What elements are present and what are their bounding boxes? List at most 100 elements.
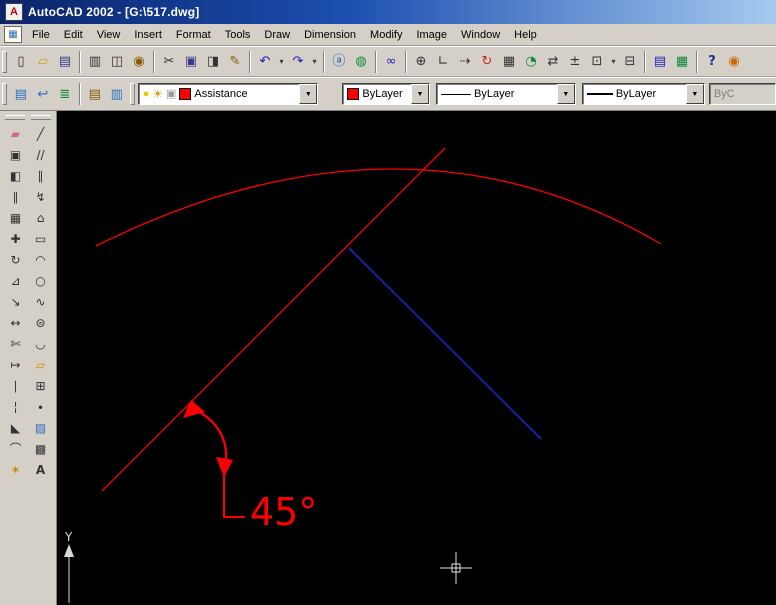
object-snap[interactable]: ⊕ xyxy=(410,50,432,73)
scale[interactable]: ⊿ xyxy=(3,270,28,291)
paste[interactable]: ◨ xyxy=(202,50,224,73)
layers[interactable]: ▤ xyxy=(83,83,106,105)
spline[interactable]: ∿ xyxy=(28,291,53,312)
insert-hyperlink[interactable]: ∞ xyxy=(380,50,402,73)
copy-object[interactable]: ▣ xyxy=(3,144,28,165)
circle[interactable]: ○ xyxy=(28,270,53,291)
chamfer[interactable]: ◣ xyxy=(3,417,28,438)
mirror[interactable]: ◧ xyxy=(3,165,28,186)
undo[interactable]: ↶ xyxy=(254,50,276,73)
break-at-point[interactable]: ∣ xyxy=(3,375,28,396)
toolbar-grip[interactable] xyxy=(2,50,7,73)
toolbar-grip[interactable] xyxy=(129,83,135,105)
app-icon[interactable]: A xyxy=(5,3,23,21)
polyline[interactable]: ↯ xyxy=(28,186,53,207)
open[interactable]: ▱ xyxy=(32,50,54,73)
make-objects-layer-current[interactable]: ▤ xyxy=(9,83,32,105)
multiline[interactable]: ∥ xyxy=(28,165,53,186)
distance[interactable]: ⇢ xyxy=(454,50,476,73)
explode[interactable]: ✶ xyxy=(3,459,28,480)
layer-lock-icon[interactable]: ▣ xyxy=(166,88,176,100)
menu-format[interactable]: Format xyxy=(169,26,218,44)
linetype-control-dropdown-arrow[interactable]: ▼ xyxy=(556,84,575,104)
menu-dimension[interactable]: Dimension xyxy=(297,26,363,44)
construction-line[interactable]: // xyxy=(28,144,53,165)
region[interactable]: ▩ xyxy=(28,438,53,459)
stretch[interactable]: ↘ xyxy=(3,291,28,312)
layer-control[interactable]: ● ☀ ▣ Assistance ▼ xyxy=(137,83,319,105)
ucs[interactable]: ∟ xyxy=(432,50,454,73)
menu-image[interactable]: Image xyxy=(409,26,454,44)
menu-window[interactable]: Window xyxy=(454,26,507,44)
layer-properties[interactable]: ▥ xyxy=(105,83,128,105)
mtext[interactable]: A xyxy=(28,459,53,480)
toolbar-grip[interactable] xyxy=(2,83,7,105)
ellipse[interactable]: ⊜ xyxy=(28,312,53,333)
menu-file[interactable]: File xyxy=(25,26,57,44)
zoom-previous[interactable]: ⊟ xyxy=(619,50,641,73)
extend[interactable]: ↦ xyxy=(3,354,28,375)
break[interactable]: ¦ xyxy=(3,396,28,417)
menu-view[interactable]: View xyxy=(90,26,128,44)
array[interactable]: ▦ xyxy=(3,207,28,228)
menu-draw[interactable]: Draw xyxy=(257,26,297,44)
move[interactable]: ✚ xyxy=(3,228,28,249)
drawing-control-icon[interactable]: ▦ xyxy=(4,26,22,43)
insert-block[interactable]: ▱ xyxy=(28,354,53,375)
rotate[interactable]: ↻ xyxy=(3,249,28,270)
pan-realtime[interactable]: ⇄ xyxy=(542,50,564,73)
toolbar-grip[interactable] xyxy=(5,115,25,120)
lineweight-control-dropdown-arrow[interactable]: ▼ xyxy=(685,84,704,104)
layer-states[interactable]: ≣ xyxy=(53,83,76,105)
undo-dropdown[interactable]: ▾ xyxy=(276,50,287,73)
print[interactable]: ▥ xyxy=(84,50,106,73)
layer-on-icon[interactable]: ● xyxy=(143,88,150,100)
find[interactable]: ◉ xyxy=(128,50,150,73)
linetype-control[interactable]: ByLayer ▼ xyxy=(436,83,576,105)
lineweight-control[interactable]: ByLayer ▼ xyxy=(581,83,705,105)
print-preview[interactable]: ◫ xyxy=(106,50,128,73)
layer-control-dropdown-arrow[interactable]: ▼ xyxy=(299,84,318,104)
menu-tools[interactable]: Tools xyxy=(218,26,258,44)
zoom-realtime[interactable]: ± xyxy=(564,50,586,73)
save[interactable]: ▤ xyxy=(54,50,76,73)
rectangle[interactable]: ▭ xyxy=(28,228,53,249)
offset[interactable]: ∥ xyxy=(3,186,28,207)
ellipse-arc[interactable]: ◡ xyxy=(28,333,53,354)
new[interactable]: ▯ xyxy=(10,50,32,73)
menu-modify[interactable]: Modify xyxy=(363,26,409,44)
zoom-window[interactable]: ⊡ xyxy=(586,50,608,73)
named-views[interactable]: ▦ xyxy=(498,50,520,73)
menu-help[interactable]: Help xyxy=(507,26,544,44)
copy[interactable]: ▣ xyxy=(180,50,202,73)
menu-insert[interactable]: Insert xyxy=(127,26,169,44)
erase[interactable]: ▰ xyxy=(3,123,28,144)
redraw[interactable]: ↻ xyxy=(476,50,498,73)
trim[interactable]: ✄ xyxy=(3,333,28,354)
active-assistance[interactable]: ◉ xyxy=(723,50,745,73)
3d-orbit[interactable]: ◔ xyxy=(520,50,542,73)
drawing-area[interactable]: 45° Y xyxy=(57,111,776,605)
lengthen[interactable]: ↔ xyxy=(3,312,28,333)
menu-edit[interactable]: Edit xyxy=(57,26,90,44)
today[interactable]: ⓐ xyxy=(328,50,350,73)
color-control-dropdown-arrow[interactable]: ▼ xyxy=(411,84,430,104)
redo-dropdown[interactable]: ▾ xyxy=(309,50,320,73)
match-properties[interactable]: ✎ xyxy=(224,50,246,73)
hatch[interactable]: ▨ xyxy=(28,417,53,438)
zoom-window-dropdown[interactable]: ▾ xyxy=(608,50,619,73)
line[interactable]: ╱ xyxy=(28,123,53,144)
point[interactable]: ∙ xyxy=(28,396,53,417)
arc[interactable]: ◠ xyxy=(28,249,53,270)
dbconnect[interactable]: ▦ xyxy=(671,50,693,73)
fillet[interactable]: ⌒ xyxy=(3,438,28,459)
polygon[interactable]: ⌂ xyxy=(28,207,53,228)
redo[interactable]: ↷ xyxy=(287,50,309,73)
toolbar-grip[interactable] xyxy=(31,115,51,120)
layer-previous[interactable]: ↩ xyxy=(31,83,54,105)
cut[interactable]: ✂ xyxy=(158,50,180,73)
make-block[interactable]: ⊞ xyxy=(28,375,53,396)
layer-freeze-icon[interactable]: ☀ xyxy=(152,88,163,100)
help[interactable]: ? xyxy=(701,50,723,73)
color-control[interactable]: ByLayer ▼ xyxy=(342,83,431,105)
